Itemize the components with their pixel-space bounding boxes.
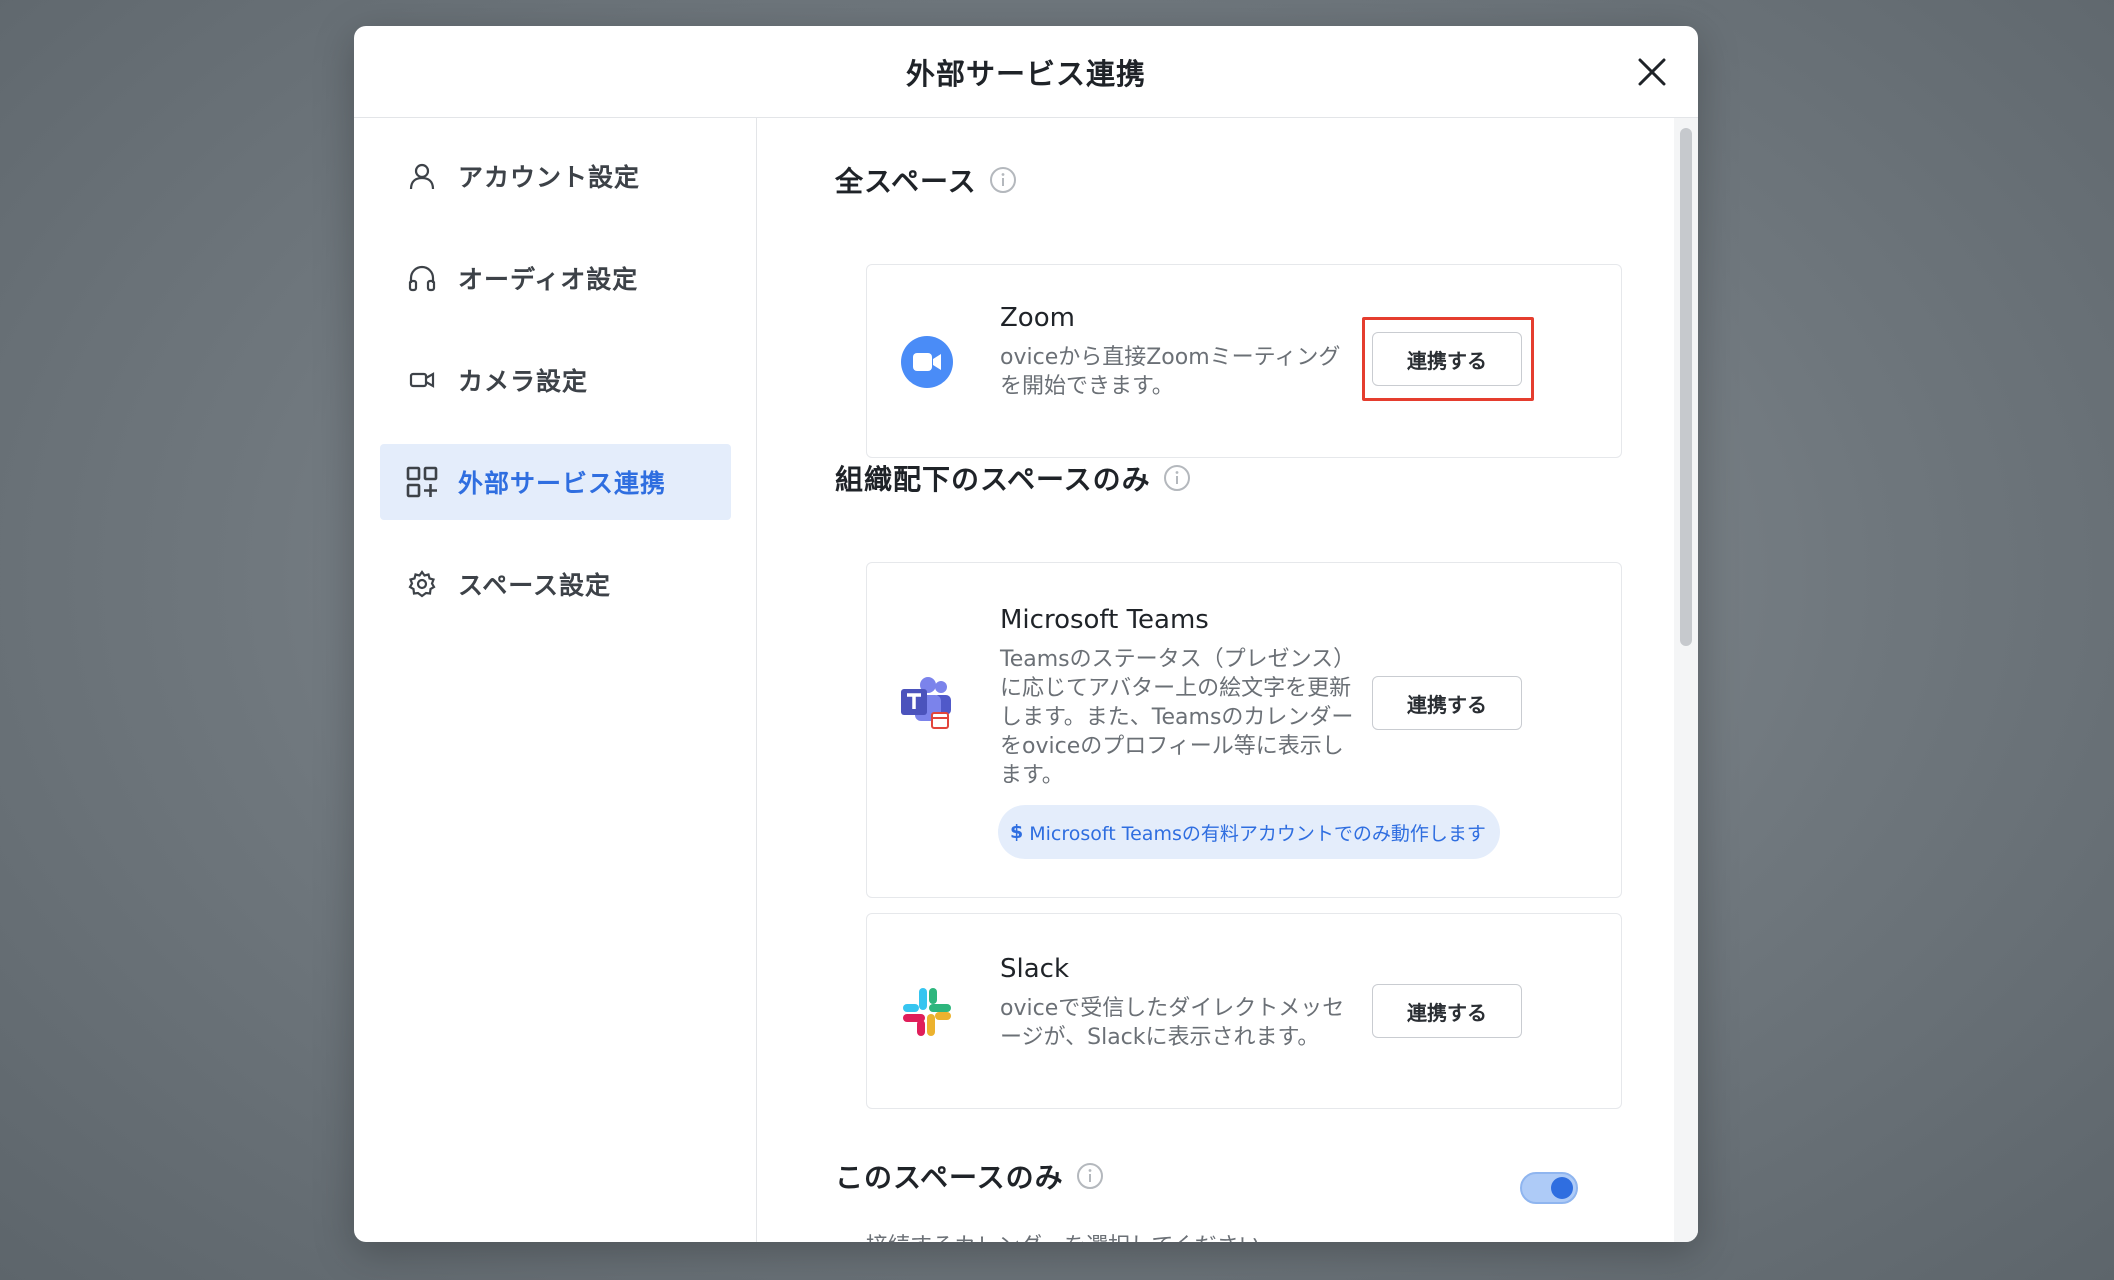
service-name: Slack — [1000, 954, 1070, 984]
dollar-icon: $ — [1010, 821, 1024, 843]
sidebar-item-space[interactable]: スペース設定 — [380, 546, 731, 622]
paid-account-note: $ Microsoft Teamsの有料アカウントでのみ動作します — [998, 805, 1500, 859]
content-panel: 全スペース Zoom oviceから直接Zoomミーティングを開始できます。 連… — [757, 118, 1698, 1242]
close-icon — [1638, 58, 1666, 86]
connect-button-slack[interactable]: 連携する — [1372, 984, 1522, 1038]
section-title-all-spaces: 全スペース — [835, 160, 1017, 200]
calendar-toggle[interactable] — [1520, 1172, 1578, 1204]
modal-header: 外部サービス連携 — [354, 26, 1698, 118]
service-description: oviceから直接Zoomミーティングを開始できます。 — [1000, 345, 1341, 399]
connect-button-zoom[interactable]: 連携する — [1372, 332, 1522, 386]
info-icon[interactable] — [1076, 1162, 1104, 1190]
toggle-knob — [1551, 1177, 1573, 1199]
sidebar: アカウント設定 オーディオ設定 カメラ設定 外部サービス連携 スペース設定 — [354, 118, 757, 1242]
section-title-text: 全スペース — [835, 165, 977, 198]
teams-logo-icon — [901, 677, 951, 729]
apps-grid-icon — [404, 464, 440, 500]
service-card-zoom: Zoom oviceから直接Zoomミーティングを開始できます。 連携する — [866, 264, 1622, 458]
sidebar-item-camera[interactable]: カメラ設定 — [380, 342, 731, 418]
connect-button-teams[interactable]: 連携する — [1372, 676, 1522, 730]
section-title-org-spaces: 組織配下のスペースのみ — [835, 458, 1191, 498]
gear-icon — [404, 566, 440, 602]
person-icon — [404, 158, 440, 194]
note-text: Microsoft Teamsの有料アカウントでのみ動作します — [1029, 822, 1486, 845]
section-title-text: このスペースのみ — [835, 1161, 1064, 1194]
close-button[interactable] — [1630, 50, 1674, 94]
service-name: Microsoft Teams — [1000, 605, 1209, 635]
info-icon[interactable] — [989, 166, 1017, 194]
calendar-prompt: 接続するカレンダーを選択してください — [866, 1228, 1261, 1242]
headphones-icon — [404, 260, 440, 296]
modal-title: 外部サービス連携 — [905, 56, 1146, 91]
sidebar-item-label: 外部サービス連携 — [458, 469, 667, 498]
sidebar-item-account[interactable]: アカウント設定 — [380, 138, 731, 214]
settings-modal: 外部サービス連携 アカウント設定 オーディオ設定 カメラ設定 外部サービス連携 … — [354, 26, 1698, 1242]
sidebar-item-integrations[interactable]: 外部サービス連携 — [380, 444, 731, 520]
section-title-this-space: このスペースのみ — [835, 1156, 1104, 1196]
sidebar-item-audio[interactable]: オーディオ設定 — [380, 240, 731, 316]
scrollbar-thumb[interactable] — [1680, 128, 1692, 646]
sidebar-item-label: スペース設定 — [458, 571, 612, 600]
service-description: Teamsのステータス（プレゼンス）に応じてアバター上の絵文字を更新します。また… — [1000, 647, 1356, 788]
sidebar-item-label: カメラ設定 — [458, 367, 589, 396]
sidebar-item-label: アカウント設定 — [458, 163, 641, 192]
service-card-teams: Microsoft Teams Teamsのステータス（プレゼンス）に応じてアバ… — [866, 562, 1622, 898]
service-card-slack: Slack oviceで受信したダイレクトメッセージが、Slackに表示されます… — [866, 913, 1622, 1109]
service-name: Zoom — [1000, 303, 1075, 333]
info-icon[interactable] — [1163, 464, 1191, 492]
service-description: oviceで受信したダイレクトメッセージが、Slackに表示されます。 — [1000, 996, 1345, 1050]
section-title-text: 組織配下のスペースのみ — [835, 463, 1151, 496]
scrollbar[interactable] — [1674, 118, 1698, 1242]
video-camera-icon — [404, 362, 440, 398]
zoom-logo-icon — [901, 336, 953, 388]
sidebar-item-label: オーディオ設定 — [458, 265, 639, 294]
slack-logo-icon — [903, 988, 951, 1036]
